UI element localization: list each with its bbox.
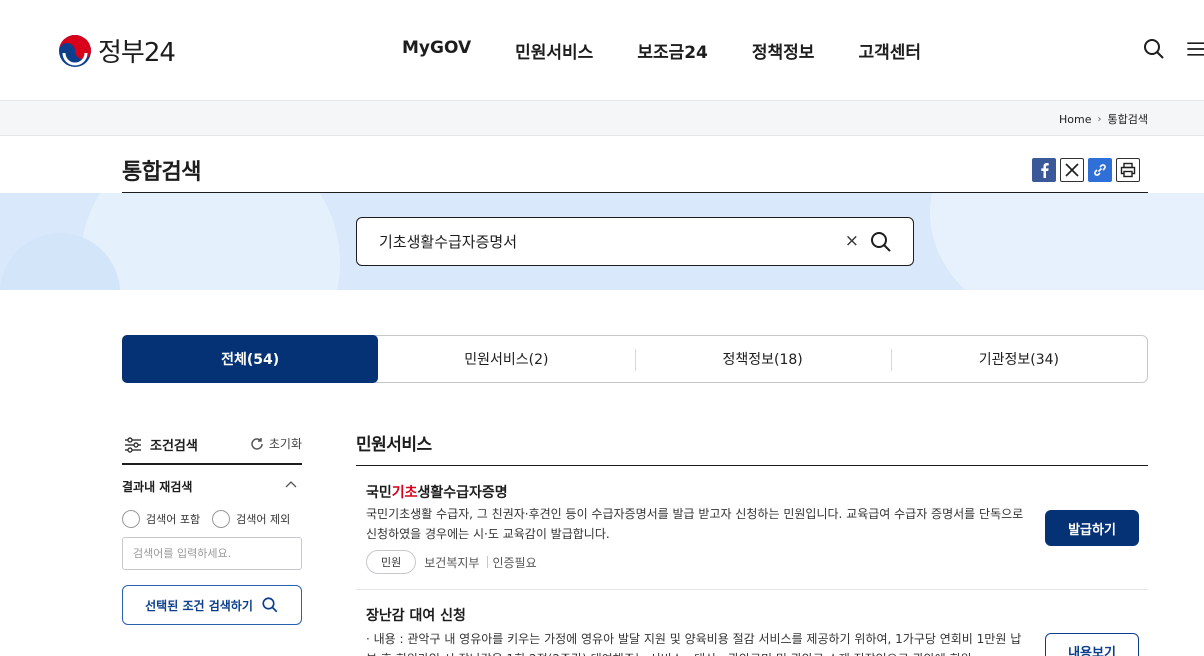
x-twitter-icon <box>1065 163 1079 177</box>
page-title: 통합검색 <box>122 160 201 185</box>
clear-search-icon[interactable]: × <box>845 231 859 251</box>
filter-title: 조건검색 <box>124 435 198 454</box>
facebook-icon <box>1041 163 1049 178</box>
radio-circle[interactable] <box>122 510 140 528</box>
search-submit-icon[interactable] <box>869 230 893 254</box>
radio-include-label: 검색어 포함 <box>146 513 201 526</box>
result-item: 장난감 대여 신청 · 내용 : 관악구 내 영유아를 키우는 가정에 영유아 … <box>356 591 1148 656</box>
result-tabs: 전체(54) 민원서비스(2) 정책정보(18) 기관정보(34) <box>122 335 1148 383</box>
main-nav: MyGOV 민원서비스 보조금24 정책정보 고객센터 <box>402 38 965 63</box>
nav-mygov[interactable]: MyGOV <box>402 38 471 63</box>
radio-circle[interactable] <box>212 510 231 528</box>
chevron-right-icon: › <box>1097 113 1102 125</box>
nav-subsidy24[interactable]: 보조금24 <box>637 38 708 63</box>
breadcrumb-home[interactable]: Home <box>1059 113 1091 126</box>
header-utilities <box>1142 37 1204 61</box>
sliders-icon <box>125 436 141 453</box>
search-input[interactable] <box>379 232 819 250</box>
apply-filter-button[interactable]: 선택된 조건 검색하기 <box>122 585 302 625</box>
printer-icon <box>1120 162 1136 178</box>
tab-civil-service[interactable]: 민원서비스(2) <box>378 336 634 382</box>
auth-required: 인증필요 <box>492 555 537 570</box>
filter-title-text: 조건검색 <box>150 439 198 454</box>
result-description: 국민기초생활 수급자, 그 친권자·후견인 등이 수급자증명서를 발급 받고자 … <box>366 507 1024 541</box>
share-buttons <box>1032 158 1140 182</box>
category-badge: 민원 <box>366 550 417 574</box>
refine-search-input[interactable] <box>122 537 302 570</box>
radio-exclude[interactable]: 검색어 제외 <box>212 510 290 528</box>
tab-all[interactable]: 전체(54) <box>122 335 379 383</box>
result-title-highlight: 기초 <box>391 485 418 501</box>
result-title[interactable]: 국민기초생활수급자증명 <box>366 482 508 502</box>
results-section-title: 민원서비스 <box>356 435 432 455</box>
breadcrumb: Home › 통합검색 <box>1059 111 1148 127</box>
logo-text: 정부24 <box>98 38 176 68</box>
print-button[interactable] <box>1116 158 1140 182</box>
agency-name: 보건복지부 <box>424 555 480 570</box>
nav-policy-info[interactable]: 정책정보 <box>752 38 815 63</box>
refresh-icon <box>251 437 263 450</box>
breadcrumb-bar: Home › 통합검색 <box>0 100 1204 136</box>
result-meta: 민원 보건복지부 인증필요 <box>366 550 537 574</box>
refine-options: 검색어 포함 검색어 제외 <box>122 510 290 528</box>
site-header: 정부24 MyGOV 민원서비스 보조금24 정책정보 고객센터 <box>0 0 1204 100</box>
apply-filter-label: 선택된 조건 검색하기 <box>145 598 253 613</box>
search-box: × <box>356 217 914 266</box>
decor-circle <box>80 193 340 290</box>
breadcrumb-current: 통합검색 <box>1107 113 1148 126</box>
site-logo[interactable]: 정부24 <box>58 32 176 69</box>
result-title-part: 생활수급자증명 <box>417 485 508 501</box>
search-icon <box>262 597 278 613</box>
nav-customer-center[interactable]: 고객센터 <box>858 38 921 63</box>
taegeuk-logo-icon <box>59 34 91 67</box>
tab-agency-info[interactable]: 기관정보(34) <box>890 336 1147 382</box>
result-description: · 내용 : 관악구 내 영유아를 키우는 가정에 영유아 발달 지원 및 양육… <box>366 632 1022 656</box>
facebook-share-button[interactable] <box>1032 158 1056 182</box>
x-share-button[interactable] <box>1060 158 1084 182</box>
search-icon[interactable] <box>1142 37 1166 61</box>
result-title[interactable]: 장난감 대여 신청 <box>366 605 466 625</box>
reset-label: 초기화 <box>268 437 302 451</box>
refine-section-title: 결과내 재검색 <box>122 480 193 494</box>
menu-icon[interactable] <box>1184 37 1204 61</box>
view-details-button[interactable]: 내용보기 <box>1045 633 1139 656</box>
meta-divider <box>487 556 489 568</box>
search-banner: × <box>0 193 1204 290</box>
decor-circle <box>930 193 1204 290</box>
radio-include[interactable]: 검색어 포함 <box>122 510 200 528</box>
result-title-part: 국민 <box>366 485 392 501</box>
issue-button[interactable]: 발급하기 <box>1045 510 1139 546</box>
copy-link-button[interactable] <box>1088 158 1112 182</box>
chevron-up-icon[interactable] <box>284 478 298 492</box>
reset-button[interactable]: 초기화 <box>250 435 302 452</box>
nav-civil-service[interactable]: 민원서비스 <box>515 38 593 63</box>
link-icon <box>1094 164 1106 176</box>
tab-policy-info[interactable]: 정책정보(18) <box>634 336 891 382</box>
result-item: 국민기초생활수급자증명 국민기초생활 수급자, 그 친권자·후견인 등이 수급자… <box>356 466 1148 590</box>
radio-exclude-label: 검색어 제외 <box>236 513 291 526</box>
filter-header: 조건검색 초기화 <box>122 433 302 465</box>
